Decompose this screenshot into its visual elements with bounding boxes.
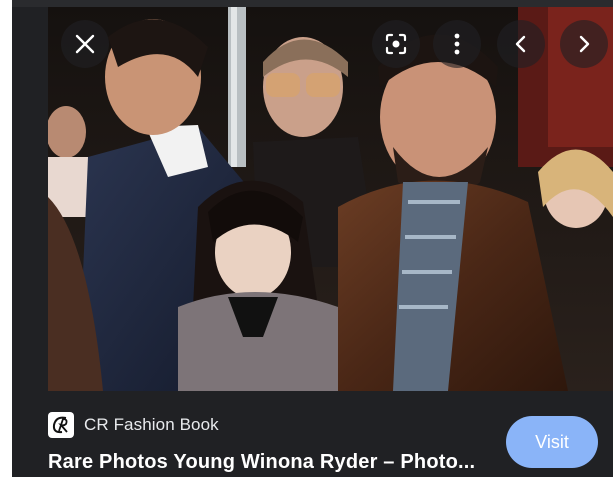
previous-image-button[interactable] — [497, 20, 545, 68]
google-lens-icon — [384, 32, 408, 56]
result-title[interactable]: Rare Photos Young Winona Ryder – Photo..… — [48, 449, 498, 475]
chevron-left-icon — [514, 35, 528, 53]
source-name: CR Fashion Book — [84, 415, 219, 434]
close-button[interactable] — [61, 20, 109, 68]
more-options-button[interactable] — [433, 20, 481, 68]
close-icon — [74, 33, 96, 55]
image-viewer-panel: CR Fashion Book Rare Photos Young Winona… — [12, 0, 613, 477]
next-image-button[interactable] — [560, 20, 608, 68]
panel-top-edge — [12, 0, 613, 7]
result-source[interactable]: CR Fashion Book — [48, 411, 219, 439]
google-lens-button[interactable] — [372, 20, 420, 68]
chevron-right-icon — [577, 35, 591, 53]
more-vertical-icon — [453, 33, 461, 55]
cr-fashion-book-logo-icon — [48, 412, 74, 438]
visit-button[interactable]: Visit — [506, 416, 598, 468]
